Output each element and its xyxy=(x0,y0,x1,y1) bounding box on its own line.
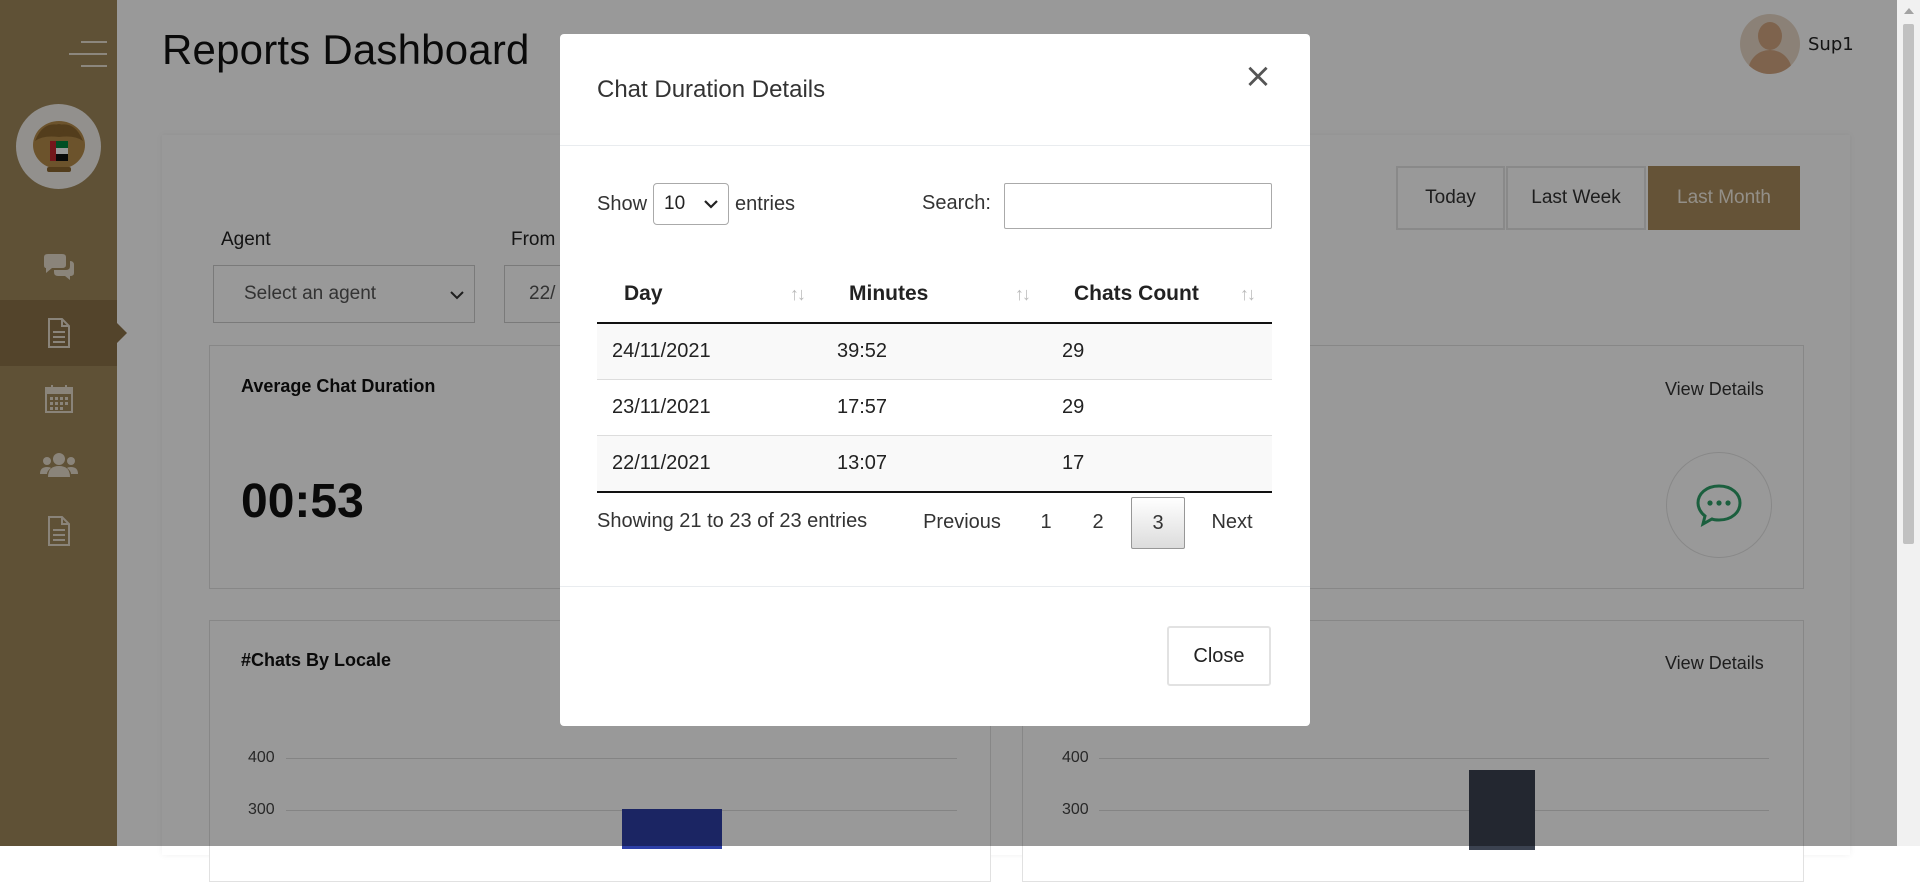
close-icon[interactable]: × xyxy=(1238,56,1278,96)
entries-label: entries xyxy=(735,192,796,215)
show-label: Show xyxy=(597,192,648,215)
scroll-up-icon[interactable] xyxy=(1904,8,1914,14)
search-label: Search: xyxy=(922,192,991,214)
pagination-page-2[interactable]: 2 xyxy=(1083,497,1113,547)
scrollbar-thumb[interactable] xyxy=(1903,24,1914,544)
chats-count-cell: 29 xyxy=(1047,322,1272,380)
sort-icon: ↑↓ xyxy=(790,284,806,304)
entries-per-page-select[interactable]: 10 xyxy=(653,183,730,225)
entries-per-page-value: 10 xyxy=(664,193,686,214)
column-header-minutes[interactable]: Minutes ↑↓ xyxy=(822,266,1047,324)
modal-footer-divider xyxy=(560,586,1310,587)
chat-duration-table: Day ↑↓ Minutes ↑↓ Chats Count ↑↓ 24/11/2… xyxy=(597,266,1272,493)
modal-title: Chat Duration Details xyxy=(597,76,826,103)
minutes-cell: 39:52 xyxy=(822,322,1047,380)
chats-count-cell: 29 xyxy=(1047,379,1272,436)
minutes-cell: 13:07 xyxy=(822,435,1047,493)
table-row: 22/11/2021 13:07 17 xyxy=(597,435,1272,493)
day-cell: 22/11/2021 xyxy=(597,435,822,493)
table-row: 24/11/2021 39:52 29 xyxy=(597,322,1272,380)
column-header-chats-count[interactable]: Chats Count ↑↓ xyxy=(1047,266,1272,324)
column-header-label: Chats Count xyxy=(1074,282,1199,305)
minutes-cell: 17:57 xyxy=(822,379,1047,436)
column-header-day[interactable]: Day ↑↓ xyxy=(597,266,822,324)
chat-duration-modal: Chat Duration Details × Show 10 entries … xyxy=(560,34,1310,726)
sort-icon: ↑↓ xyxy=(1015,284,1031,304)
pagination-next[interactable]: Next xyxy=(1202,497,1262,547)
column-header-label: Minutes xyxy=(849,282,929,305)
pagination-page-1[interactable]: 1 xyxy=(1031,497,1061,547)
table-info: Showing 21 to 23 of 23 entries xyxy=(597,510,868,532)
day-cell: 23/11/2021 xyxy=(597,379,822,436)
chevron-down-icon xyxy=(704,200,718,209)
close-button[interactable]: Close xyxy=(1167,626,1271,686)
page-scrollbar[interactable] xyxy=(1897,0,1920,846)
day-cell: 24/11/2021 xyxy=(597,322,822,380)
pagination-page-3-current[interactable]: 3 xyxy=(1131,497,1185,549)
chats-count-cell: 17 xyxy=(1047,435,1272,493)
search-input[interactable] xyxy=(1004,183,1272,229)
table-row: 23/11/2021 17:57 29 xyxy=(597,379,1272,436)
entries-length-control: Show 10 entries xyxy=(597,183,795,225)
pagination-previous[interactable]: Previous xyxy=(912,497,1012,547)
modal-header-divider xyxy=(560,145,1310,146)
column-header-label: Day xyxy=(624,282,663,305)
sort-icon: ↑↓ xyxy=(1240,284,1256,304)
